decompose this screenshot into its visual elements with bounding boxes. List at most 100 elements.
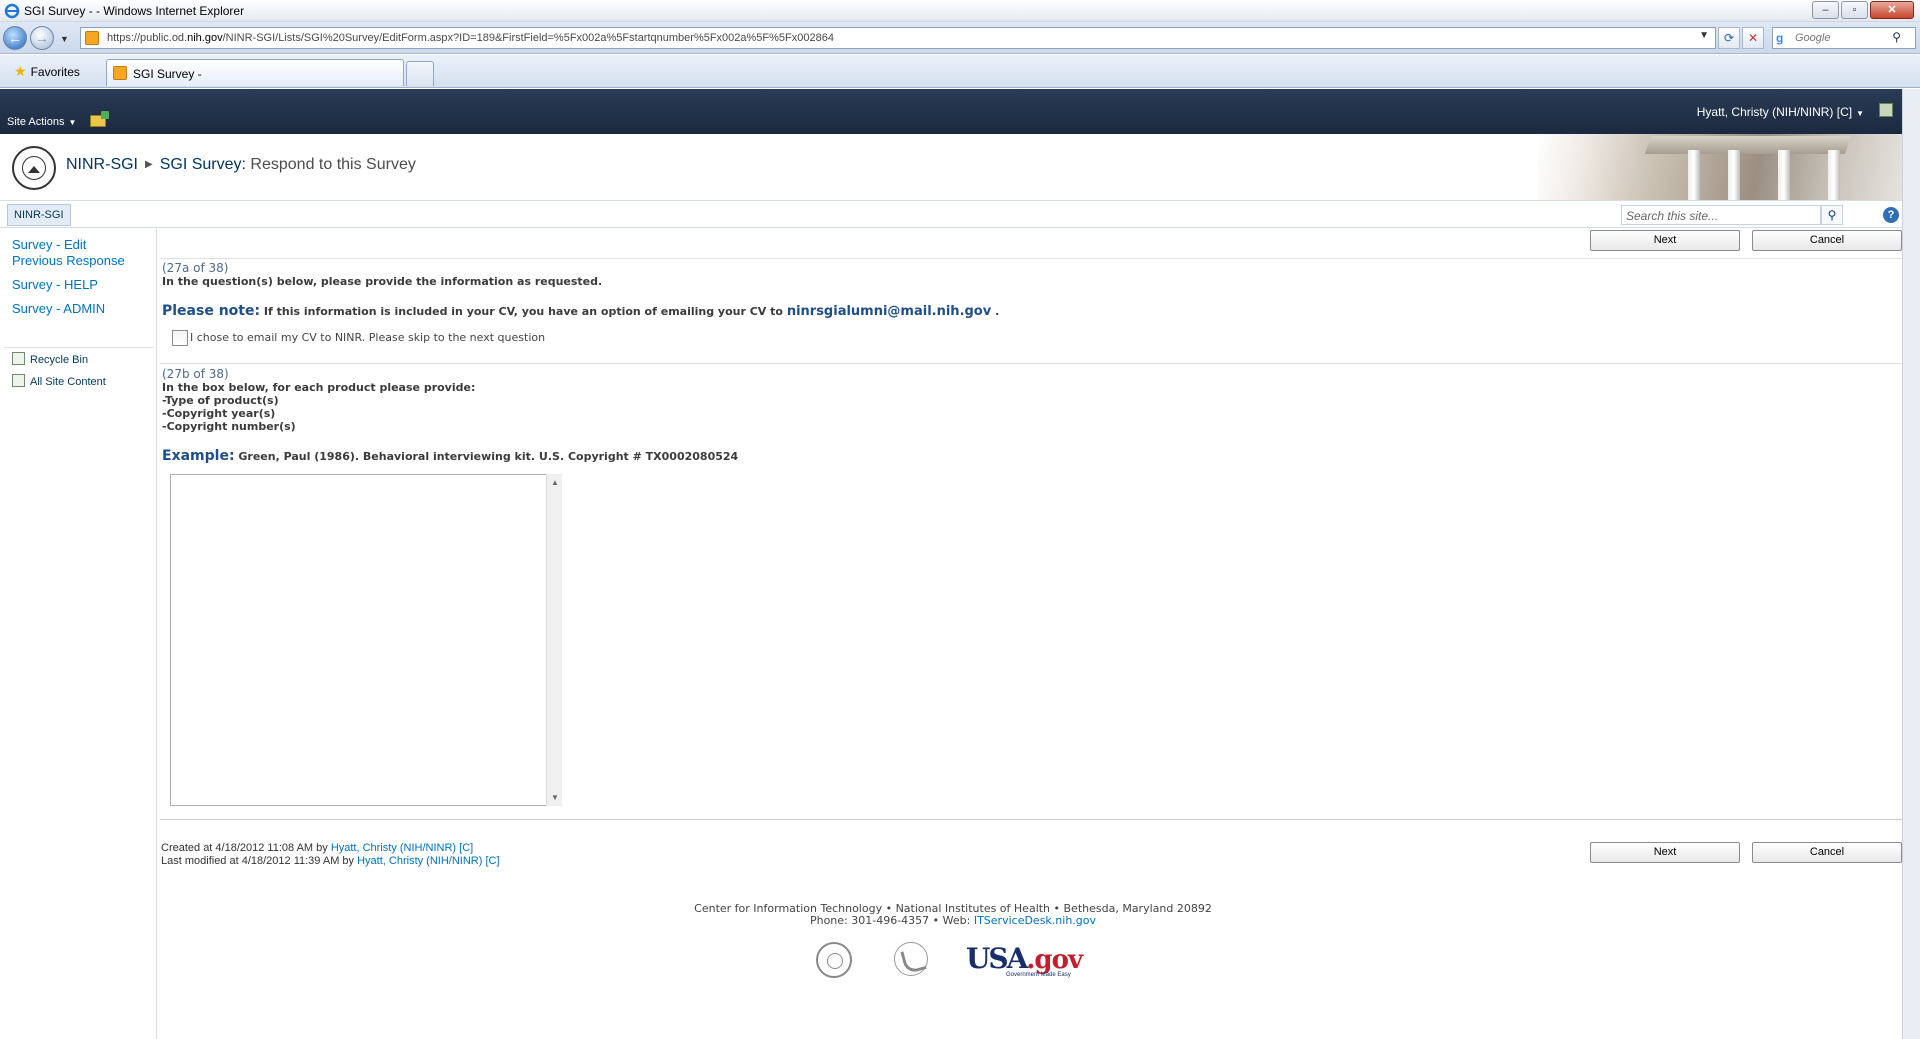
note-text: If this information is included in your … <box>263 305 783 318</box>
refresh-icon[interactable]: ⟳ <box>1718 27 1740 49</box>
sidebar-divider <box>4 347 154 348</box>
favorites-button[interactable]: ★ Favorites <box>14 63 80 80</box>
created-by-link[interactable]: Hyatt, Christy (NIH/NINR) [C] <box>331 842 473 854</box>
example-label: Example: <box>162 448 235 464</box>
modified-prefix: Last modified at 4/18/2012 11:39 AM by <box>161 855 355 867</box>
question-instruction-27a: In the question(s) below, please provide… <box>162 275 603 288</box>
recent-pages-dropdown[interactable]: ▼ <box>60 34 69 44</box>
close-window-button[interactable]: ✕ <box>1870 1 1914 19</box>
site-footer: Center for Information Technology • Nati… <box>158 903 1748 927</box>
breadcrumb-site-link[interactable]: NINR-SGI <box>66 156 138 173</box>
folder-icon[interactable] <box>90 111 109 127</box>
question-note: Please note: If this information is incl… <box>162 303 999 319</box>
usa-logo-main: USA <box>966 942 1028 975</box>
next-button-top[interactable]: Next <box>1590 230 1740 251</box>
back-arrow-icon: ← <box>8 30 22 46</box>
header-banner-image <box>1538 134 1903 200</box>
sidebar-item-label: All Site Content <box>30 376 106 388</box>
minimize-button[interactable]: – <box>1812 1 1839 19</box>
breadcrumb-list-link[interactable]: SGI Survey <box>160 156 242 173</box>
nih-logo-icon[interactable] <box>816 942 852 978</box>
breadcrumb: NINR-SGI ▶ SGI Survey: Respond to this Sur… <box>66 156 416 174</box>
question-line-1: In the box below, for each product pleas… <box>162 381 476 394</box>
cancel-button-top[interactable]: Cancel <box>1752 230 1902 251</box>
site-search-button[interactable]: ⚲ <box>1821 205 1843 225</box>
tab-ninr-sgi[interactable]: NINR-SGI <box>7 204 71 226</box>
stop-icon[interactable]: ✕ <box>1742 27 1764 49</box>
modified-by-link[interactable]: Hyatt, Christy (NIH/NINR) [C] <box>357 855 499 867</box>
site-search-input[interactable]: Search this site... <box>1621 205 1821 225</box>
question-example: Example: Green, Paul (1986). Behavioral … <box>162 448 738 464</box>
usa-gov-logo[interactable]: USA.gov Government Made Easy <box>966 942 1083 978</box>
note-end: . <box>995 305 1000 318</box>
email-cv-checkbox-label: I chose to email my CV to NINR. Please s… <box>190 331 546 344</box>
sidebar-item-label: Survey - Edit <box>12 237 87 252</box>
navigation-bar: ← → ▼ https://public.od.nih.gov/NINR-SGI… <box>0 22 1920 54</box>
usa-logo-gov: .gov <box>1026 945 1083 975</box>
textarea-scrollbar[interactable]: ▲ ▼ <box>546 474 562 806</box>
chevron-down-icon: ▼ <box>68 118 77 127</box>
address-dropdown[interactable]: ▼ <box>1699 30 1709 41</box>
hhs-logo-icon[interactable] <box>894 942 928 976</box>
example-text: Green, Paul (1986). Behavioral interview… <box>238 450 739 463</box>
favorites-label: Favorites <box>30 65 80 79</box>
nih-seal-icon[interactable] <box>12 146 56 190</box>
sidebar-item-edit-previous-response[interactable]: Survey - Edit Previous Response <box>12 237 125 269</box>
user-menu[interactable]: Hyatt, Christy (NIH/NINR) [C] ▼ <box>1697 105 1864 119</box>
cancel-button-bottom[interactable]: Cancel <box>1752 842 1902 863</box>
browser-tab[interactable]: SGI Survey - <box>106 59 404 86</box>
question-line-3: -Copyright year(s) <box>162 407 276 420</box>
back-button[interactable]: ← <box>3 26 27 50</box>
cv-email-link[interactable]: ninrsgialumni@mail.nih.gov <box>787 304 991 319</box>
scroll-up-icon[interactable]: ▲ <box>551 478 559 487</box>
sidebar-item-label: Previous Response <box>12 253 125 268</box>
usa-logo-tagline: Government Made Easy <box>1006 972 1071 978</box>
divider <box>160 819 1904 820</box>
favorites-bar: ★ Favorites SGI Survey - <box>0 55 1920 88</box>
sidebar-item-all-site-content[interactable]: All Site Content <box>12 374 106 388</box>
help-icon[interactable]: ? <box>1883 207 1899 223</box>
search-icon[interactable]: ⚲ <box>1892 30 1901 44</box>
sidebar-item-help[interactable]: Survey - HELP <box>12 277 98 293</box>
site-header: NINR-SGI ▶ SGI Survey: Respond to this Sur… <box>0 134 1920 201</box>
top-navigation: NINR-SGI Search this site... ⚲ ? <box>0 202 1920 228</box>
tab-title: SGI Survey - <box>133 67 202 81</box>
question-number-27a: (27a of 38) <box>162 261 229 275</box>
favorites-star-icon: ★ <box>14 63 27 79</box>
new-tab-button[interactable] <box>406 61 434 86</box>
google-icon: g <box>1776 31 1784 45</box>
email-cv-checkbox[interactable] <box>172 330 188 346</box>
site-search-placeholder: Search this site... <box>1626 209 1719 223</box>
user-name: Hyatt, Christy (NIH/NINR) [C] <box>1696 105 1853 119</box>
address-bar[interactable]: https://public.od.nih.gov/NINR-SGI/Lists… <box>80 27 1716 49</box>
modified-info: Last modified at 4/18/2012 11:39 AM by H… <box>161 855 500 867</box>
page-icon <box>85 31 99 45</box>
url-path: /NINR-SGI/Lists/SGI%20Survey/EditForm.as… <box>222 32 834 44</box>
window-title-bar: SGI Survey - - Windows Internet Explorer… <box>0 0 1920 22</box>
breadcrumb-separator-icon: ▶ <box>145 159 153 170</box>
search-icon: ⚲ <box>1827 208 1837 222</box>
footer-servicedesk-link[interactable]: ITServiceDesk.nih.gov <box>974 914 1096 927</box>
breadcrumb-colon: : <box>241 156 246 173</box>
forward-arrow-icon: → <box>35 30 49 46</box>
next-button-bottom[interactable]: Next <box>1590 842 1740 863</box>
recycle-bin-icon <box>12 352 25 365</box>
forward-button[interactable]: → <box>30 26 54 50</box>
left-navigation: Survey - Edit Previous Response Survey - … <box>0 229 157 1039</box>
address-url[interactable]: https://public.od.nih.gov/NINR-SGI/Lists… <box>107 32 834 44</box>
sidebar-item-label: Recycle Bin <box>30 354 89 366</box>
url-prefix: https://public.od. <box>107 32 188 44</box>
user-icon[interactable] <box>1879 103 1893 117</box>
scroll-down-icon[interactable]: ▼ <box>551 793 559 802</box>
maximize-button[interactable]: ▫ <box>1841 1 1868 19</box>
site-actions-menu[interactable]: Site Actions ▼ <box>7 116 76 128</box>
sidebar-item-recycle-bin[interactable]: Recycle Bin <box>12 352 88 366</box>
all-site-content-icon <box>12 374 25 387</box>
sidebar-item-admin[interactable]: Survey - ADMIN <box>12 301 105 317</box>
url-host: nih.gov <box>187 32 223 44</box>
browser-search-box[interactable]: g Google ⚲ <box>1772 27 1916 49</box>
note-label: Please note: <box>162 303 261 319</box>
textarea-scroll-container: ▲ ▼ <box>170 474 562 806</box>
tab-page-icon <box>113 66 127 80</box>
window-controls: – ▫ ✕ <box>1812 1 1914 19</box>
